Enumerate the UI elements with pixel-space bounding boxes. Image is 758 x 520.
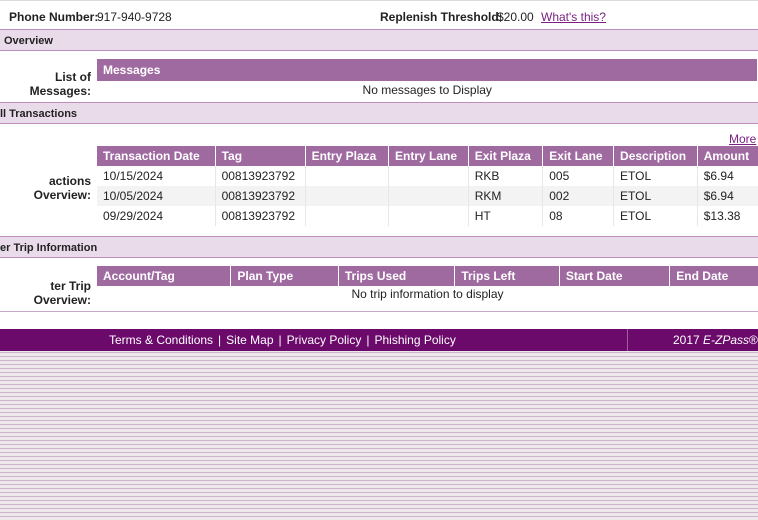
column-header-trips-left: Trips Left	[454, 266, 560, 286]
column-header-amount: Amount	[697, 146, 758, 166]
transaction-date-cell: 10/05/2024	[97, 186, 216, 206]
list-of-messages-label: List of Messages:	[29, 70, 91, 98]
tag-cell: 00813923792	[215, 166, 306, 186]
column-header-transaction-date: Transaction Date	[97, 146, 216, 166]
amount-cell: $6.94	[703, 169, 734, 183]
footer-divider: |	[366, 333, 370, 347]
transaction-row: 09/29/2024 00813923792 HT 08 ETOL $13.38	[97, 206, 758, 226]
main-content: Phone Number: 917-940-9728 Replenish Thr…	[0, 0, 758, 329]
column-header-description: Description	[613, 146, 698, 166]
amount-cell: $6.94	[697, 186, 758, 206]
messages-empty-text: No messages to Display	[362, 83, 492, 97]
column-header-account-tag: Account/Tag	[97, 266, 232, 286]
trip-section-bottom-divider	[0, 311, 758, 312]
terms-conditions-link[interactable]: Terms & Conditions	[109, 333, 213, 347]
column-header-start-date: Start Date	[559, 266, 671, 286]
description-cell: ETOL	[613, 166, 698, 186]
phone-number-value: 917-940-9728	[97, 10, 172, 24]
description-cell: ETOL	[613, 206, 698, 226]
trip-overview-label: ter Trip Overview:	[33, 279, 91, 307]
phishing-policy-link[interactable]: Phishing Policy	[374, 333, 455, 347]
column-header-exit-lane: Exit Lane	[542, 146, 615, 166]
exit-lane-cell: 005	[542, 166, 615, 186]
copyright-suffix: ® N	[749, 333, 758, 347]
column-header-exit-plaza: Exit Plaza	[468, 146, 544, 166]
whats-this-link[interactable]: What's this?	[541, 10, 606, 24]
entry-lane-cell	[388, 186, 469, 206]
transactions-table: Transaction Date Tag Entry Plaza Entry L…	[97, 146, 758, 226]
exit-plaza-cell: RKB	[468, 166, 544, 186]
description-cell: ETOL	[613, 186, 698, 206]
trip-info-section-header: er Trip Information	[0, 236, 758, 258]
entry-plaza-cell	[305, 166, 390, 186]
overview-section-title: Overview	[4, 35, 53, 47]
copyright-prefix: 2017	[673, 333, 704, 347]
copyright-text: 2017 E-ZPass® N	[627, 329, 758, 351]
transaction-date-cell: 09/29/2024	[97, 206, 216, 226]
transaction-row: 10/15/2024 00813923792 RKB 005 ETOL $6.9…	[97, 166, 758, 186]
entry-lane-cell	[388, 166, 469, 186]
entry-plaza-cell	[305, 186, 390, 206]
exit-lane-cell: 08	[542, 206, 615, 226]
transactions-overview-label: actions Overview:	[33, 174, 91, 202]
column-header-entry-plaza: Entry Plaza	[305, 146, 390, 166]
account-info-bar: Phone Number: 917-940-9728 Replenish Thr…	[0, 1, 758, 27]
footer-bar: Terms & Conditions | Site Map | Privacy Poli…	[0, 329, 758, 351]
column-header-tag: Tag	[215, 146, 306, 166]
trip-info-section-title: er Trip Information	[0, 242, 98, 254]
transactions-section-title: ll Transactions	[0, 108, 78, 120]
entry-plaza-cell	[305, 206, 390, 226]
transaction-row: 10/05/2024 00813923792 RKM 002 ETOL $6.9…	[97, 186, 758, 206]
trip-table: Account/Tag Plan Type Trips Used Trips L…	[97, 266, 758, 302]
column-header-plan-type: Plan Type	[230, 266, 339, 286]
footer-divider: |	[218, 333, 222, 347]
column-header-trips-used: Trips Used	[338, 266, 456, 286]
transaction-date-cell: 10/15/2024	[97, 166, 216, 186]
tag-cell: 00813923792	[215, 206, 306, 226]
column-header-entry-lane: Entry Lane	[388, 146, 469, 166]
more-transactions-link[interactable]: More	[729, 132, 756, 146]
tag-cell: 00813923792	[215, 186, 306, 206]
privacy-policy-link[interactable]: Privacy Policy	[287, 333, 362, 347]
column-header-end-date: End Date	[669, 266, 758, 286]
footer-divider: |	[278, 333, 282, 347]
exit-plaza-cell: RKM	[468, 186, 544, 206]
replenish-threshold-label: Replenish Threshold:	[380, 10, 503, 24]
trip-empty-text: No trip information to display	[351, 287, 504, 301]
exit-plaza-cell: HT	[468, 206, 544, 226]
transactions-section-header: ll Transactions	[0, 102, 758, 124]
overview-section-header: Overview	[0, 29, 758, 51]
copyright-brand: E-ZPass	[703, 333, 750, 347]
phone-number-label: Phone Number:	[9, 10, 99, 24]
replenish-threshold-value: $20.00	[497, 10, 534, 24]
footer-links: Terms & Conditions | Site Map | Privacy Poli…	[109, 333, 456, 347]
site-map-link[interactable]: Site Map	[226, 333, 273, 347]
amount-cell: $13.38	[703, 209, 741, 223]
messages-column-header: Messages	[97, 59, 758, 81]
entry-lane-cell	[388, 206, 469, 226]
exit-lane-cell: 002	[542, 186, 615, 206]
messages-table: Messages No messages to Display	[97, 59, 758, 99]
